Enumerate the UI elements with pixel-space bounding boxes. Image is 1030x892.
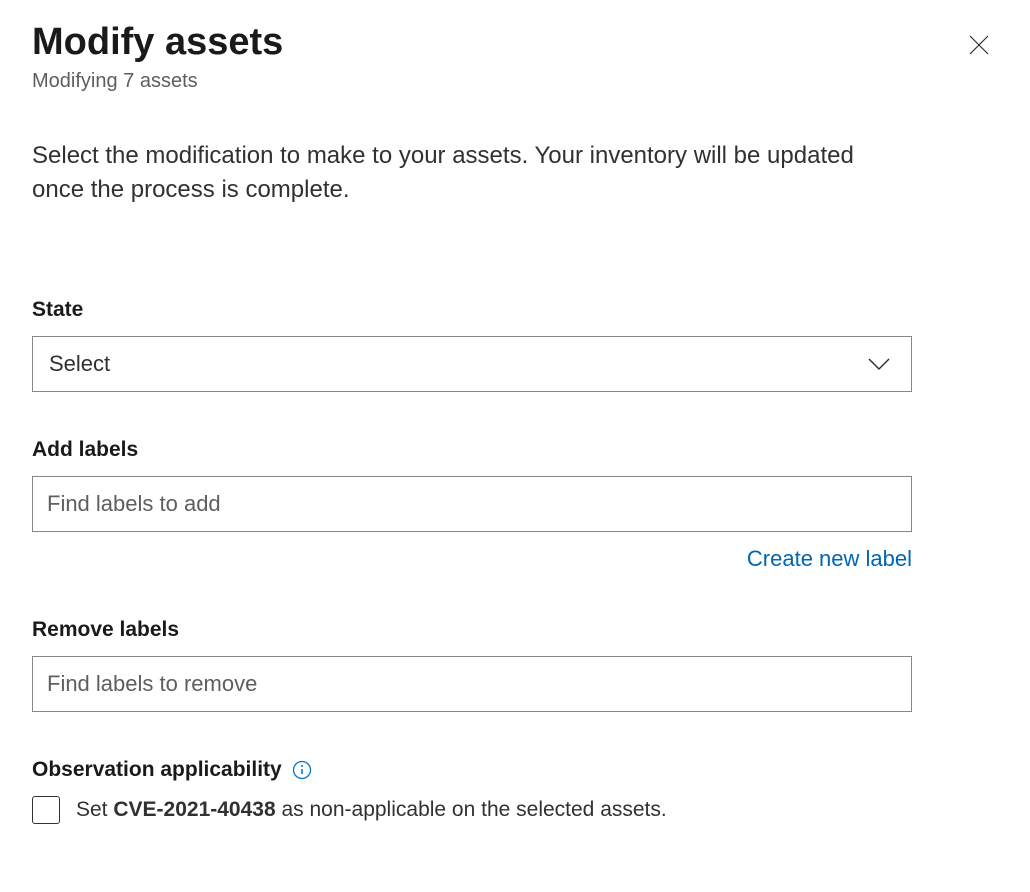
create-new-label-link[interactable]: Create new label <box>747 546 912 571</box>
state-label: State <box>32 298 998 322</box>
cve-id: CVE-2021-40438 <box>113 798 275 821</box>
page-description: Select the modification to make to your … <box>32 139 912 209</box>
add-labels-input[interactable] <box>32 476 912 532</box>
observation-applicability-label: Observation applicability <box>32 758 282 782</box>
page-subtitle: Modifying 7 assets <box>32 70 283 93</box>
page-title: Modify assets <box>32 20 283 66</box>
add-labels-label: Add labels <box>32 438 998 462</box>
non-applicable-checkbox-label: Set CVE-2021-40438 as non-applicable on … <box>76 798 667 822</box>
checkbox-prefix: Set <box>76 798 113 821</box>
close-icon <box>968 34 990 56</box>
remove-labels-label: Remove labels <box>32 618 998 642</box>
state-select-value: Select <box>49 351 110 377</box>
checkbox-suffix: as non-applicable on the selected assets… <box>276 798 667 821</box>
chevron-down-icon <box>867 357 891 371</box>
state-select[interactable]: Select <box>32 336 912 392</box>
info-icon[interactable] <box>292 760 312 780</box>
remove-labels-input[interactable] <box>32 656 912 712</box>
non-applicable-checkbox[interactable] <box>32 796 60 824</box>
close-button[interactable] <box>960 26 998 64</box>
